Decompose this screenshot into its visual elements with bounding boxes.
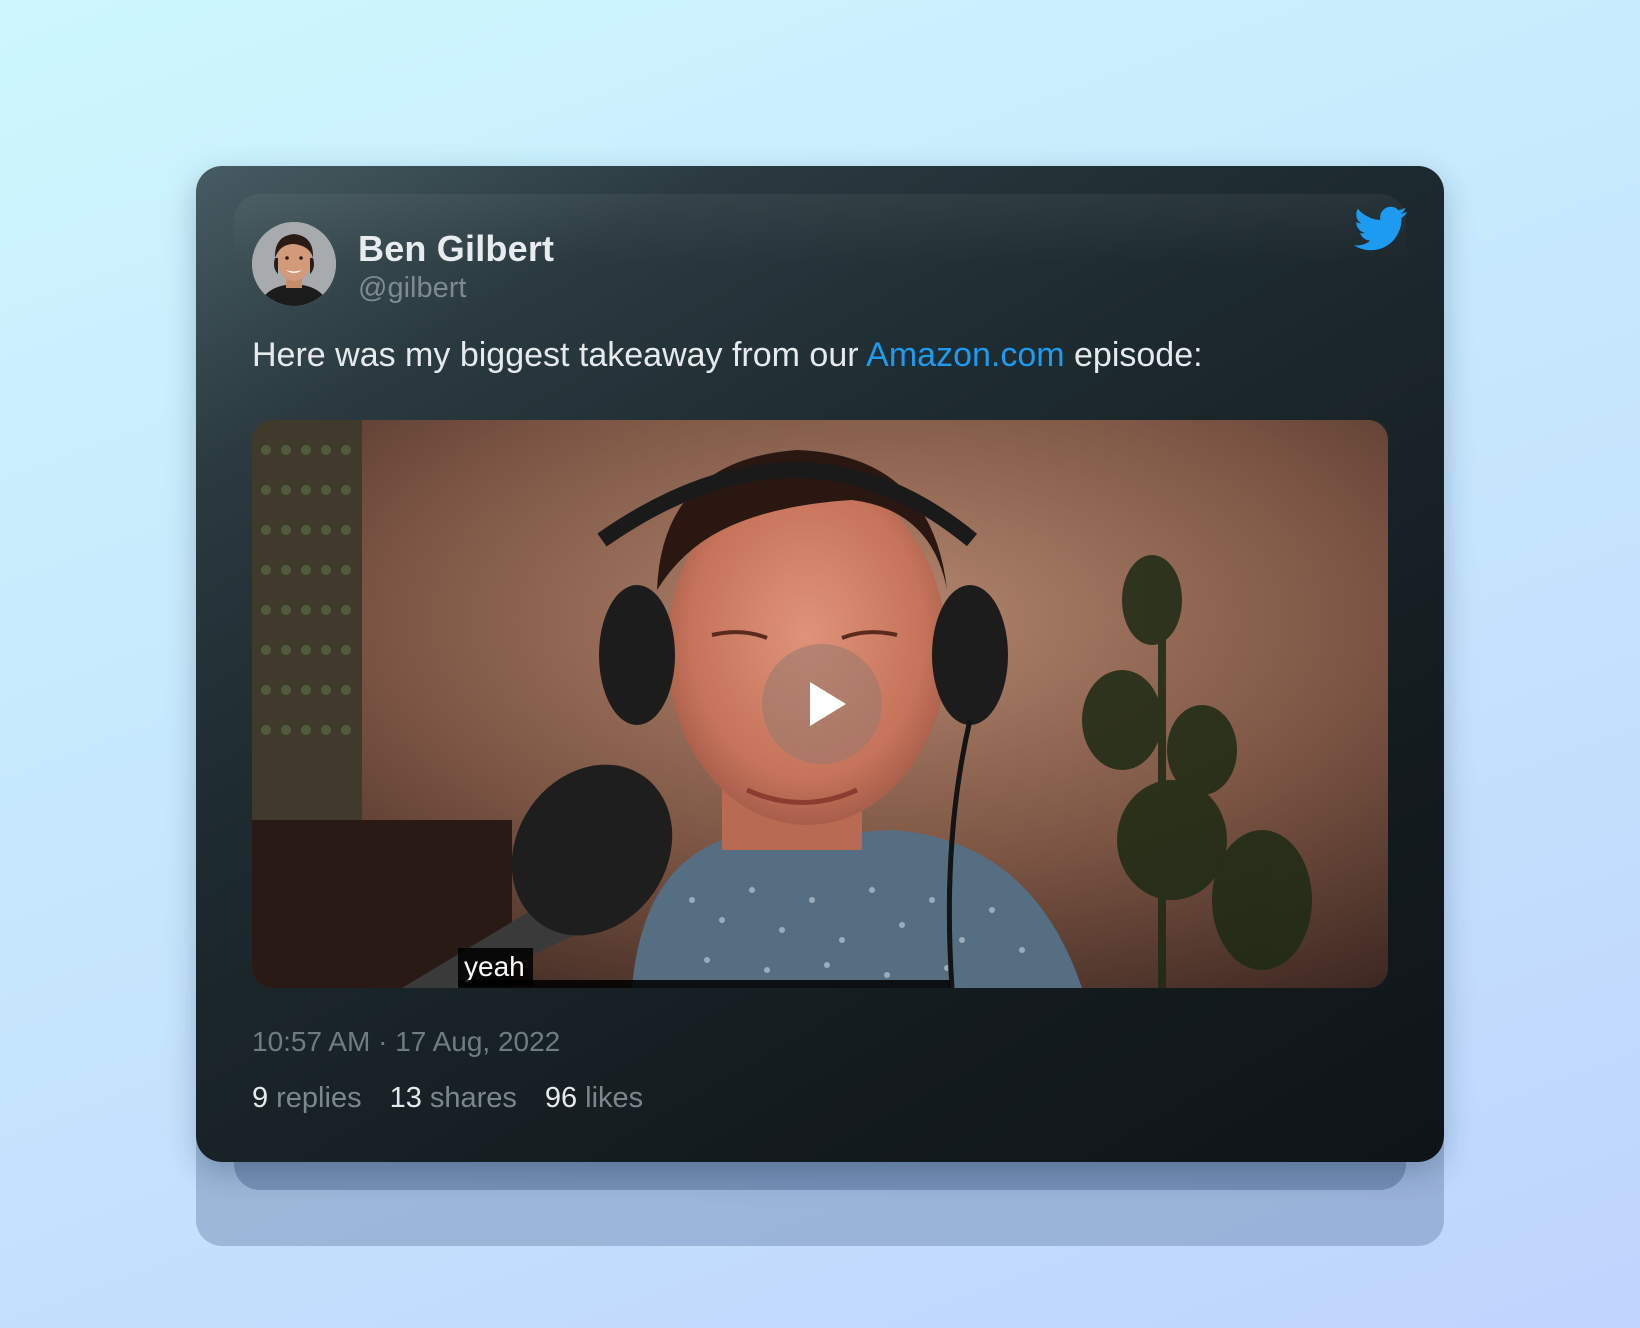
replies-stat[interactable]: 9 replies [252,1082,362,1115]
avatar[interactable] [252,222,336,306]
video-caption-line-2 [458,980,950,988]
likes-label: likes [585,1082,644,1114]
avatar-image [252,222,336,306]
likes-stat[interactable]: 96 likes [545,1082,643,1115]
tweet-card[interactable]: Ben Gilbert @gilbert Here was my biggest… [196,166,1444,1162]
tweet-text-before: Here was my biggest takeaway from our [252,336,867,374]
tweet-text: Here was my biggest takeaway from our Am… [252,336,1203,375]
video-player[interactable]: yeah [252,420,1388,988]
replies-label: replies [276,1082,362,1114]
replies-count: 9 [252,1082,269,1114]
twitter-bird-icon[interactable] [1354,206,1408,252]
author-name[interactable]: Ben Gilbert [358,228,554,270]
tweet-stats: 9 replies 13 shares 96 likes [252,1082,643,1115]
play-icon [810,682,846,726]
amazon-link[interactable]: Amazon.com [866,336,1064,374]
likes-count: 96 [544,1082,578,1114]
tweet-timestamp[interactable]: 10:57 AM · 17 Aug, 2022 [252,1026,560,1058]
tweet-text-after: episode: [1064,336,1203,374]
author-handle[interactable]: @gilbert [358,272,466,305]
shares-count: 13 [389,1082,422,1114]
play-button[interactable] [762,644,882,764]
shares-stat[interactable]: 13 shares [390,1082,517,1115]
shares-label: shares [429,1082,517,1114]
